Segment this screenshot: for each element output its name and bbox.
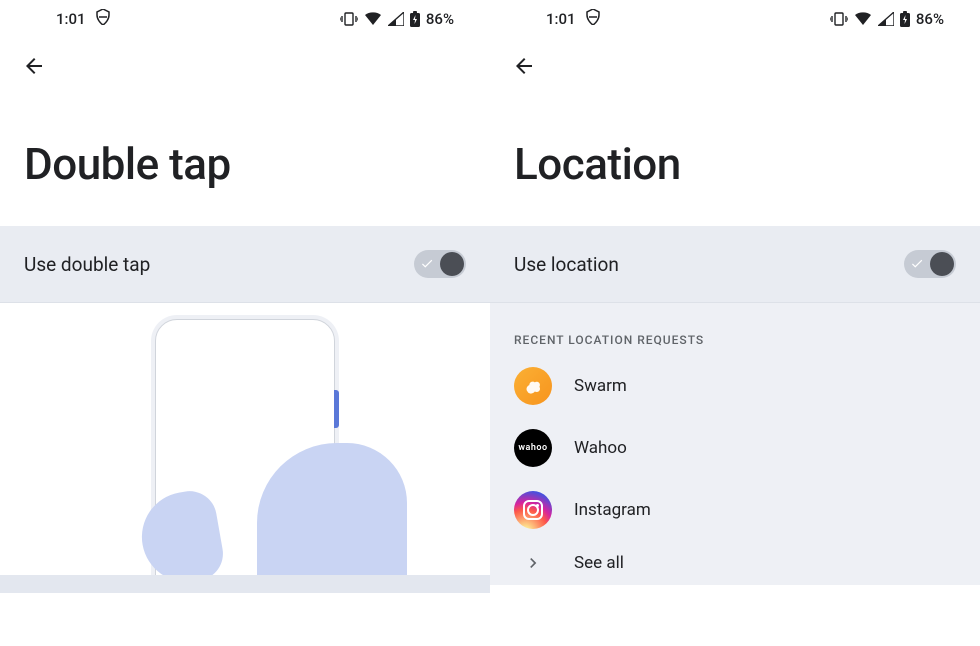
status-time: 1:01 xyxy=(546,10,576,28)
battery-icon xyxy=(410,11,420,27)
toggle-label: Use location xyxy=(514,253,904,276)
section-header-recent: RECENT LOCATION REQUESTS xyxy=(490,317,980,355)
app-name: Swarm xyxy=(574,376,627,396)
switch-double-tap[interactable] xyxy=(414,250,466,278)
see-all-row[interactable]: See all xyxy=(490,541,980,585)
status-time: 1:01 xyxy=(56,10,86,28)
toggle-row-double-tap[interactable]: Use double tap xyxy=(0,226,490,303)
battery-percent: 86% xyxy=(916,10,944,28)
swarm-icon xyxy=(514,367,552,405)
switch-knob xyxy=(440,252,464,276)
back-button[interactable] xyxy=(512,54,536,82)
signal-icon xyxy=(878,12,894,26)
chevron-right-icon xyxy=(514,553,552,573)
switch-knob xyxy=(930,252,954,276)
hand-illustration xyxy=(167,413,427,593)
location-content: RECENT LOCATION REQUESTS Swarm wahoo Wah… xyxy=(490,303,980,585)
check-icon xyxy=(420,253,434,276)
app-row-instagram[interactable]: Instagram xyxy=(490,479,980,541)
battery-icon xyxy=(900,11,910,27)
back-button[interactable] xyxy=(22,54,46,82)
toggle-label: Use double tap xyxy=(24,253,414,276)
instagram-icon xyxy=(514,491,552,529)
toggle-row-location[interactable]: Use location xyxy=(490,226,980,303)
nav-bar xyxy=(0,38,490,98)
status-bar: 1:01 86% xyxy=(0,0,490,38)
see-all-label: See all xyxy=(574,553,624,573)
check-icon xyxy=(910,253,924,276)
screen-double-tap: 1:01 86% Double tap Use do xyxy=(0,0,490,646)
notification-icon xyxy=(96,9,110,29)
double-tap-illustration xyxy=(0,303,490,593)
app-row-wahoo[interactable]: wahoo Wahoo xyxy=(490,417,980,479)
wifi-icon xyxy=(364,12,382,26)
page-title: Location xyxy=(490,98,980,226)
wifi-icon xyxy=(854,12,872,26)
switch-location[interactable] xyxy=(904,250,956,278)
app-name: Instagram xyxy=(574,500,651,520)
signal-icon xyxy=(388,12,404,26)
screen-location: 1:01 86% Location Use loca xyxy=(490,0,980,646)
vibrate-icon xyxy=(340,12,358,26)
notification-icon xyxy=(586,9,600,29)
app-name: Wahoo xyxy=(574,438,627,458)
page-title: Double tap xyxy=(0,98,490,226)
nav-bar xyxy=(490,38,980,98)
status-bar: 1:01 86% xyxy=(490,0,980,38)
app-row-swarm[interactable]: Swarm xyxy=(490,355,980,417)
vibrate-icon xyxy=(830,12,848,26)
battery-percent: 86% xyxy=(426,10,454,28)
wahoo-icon: wahoo xyxy=(514,429,552,467)
